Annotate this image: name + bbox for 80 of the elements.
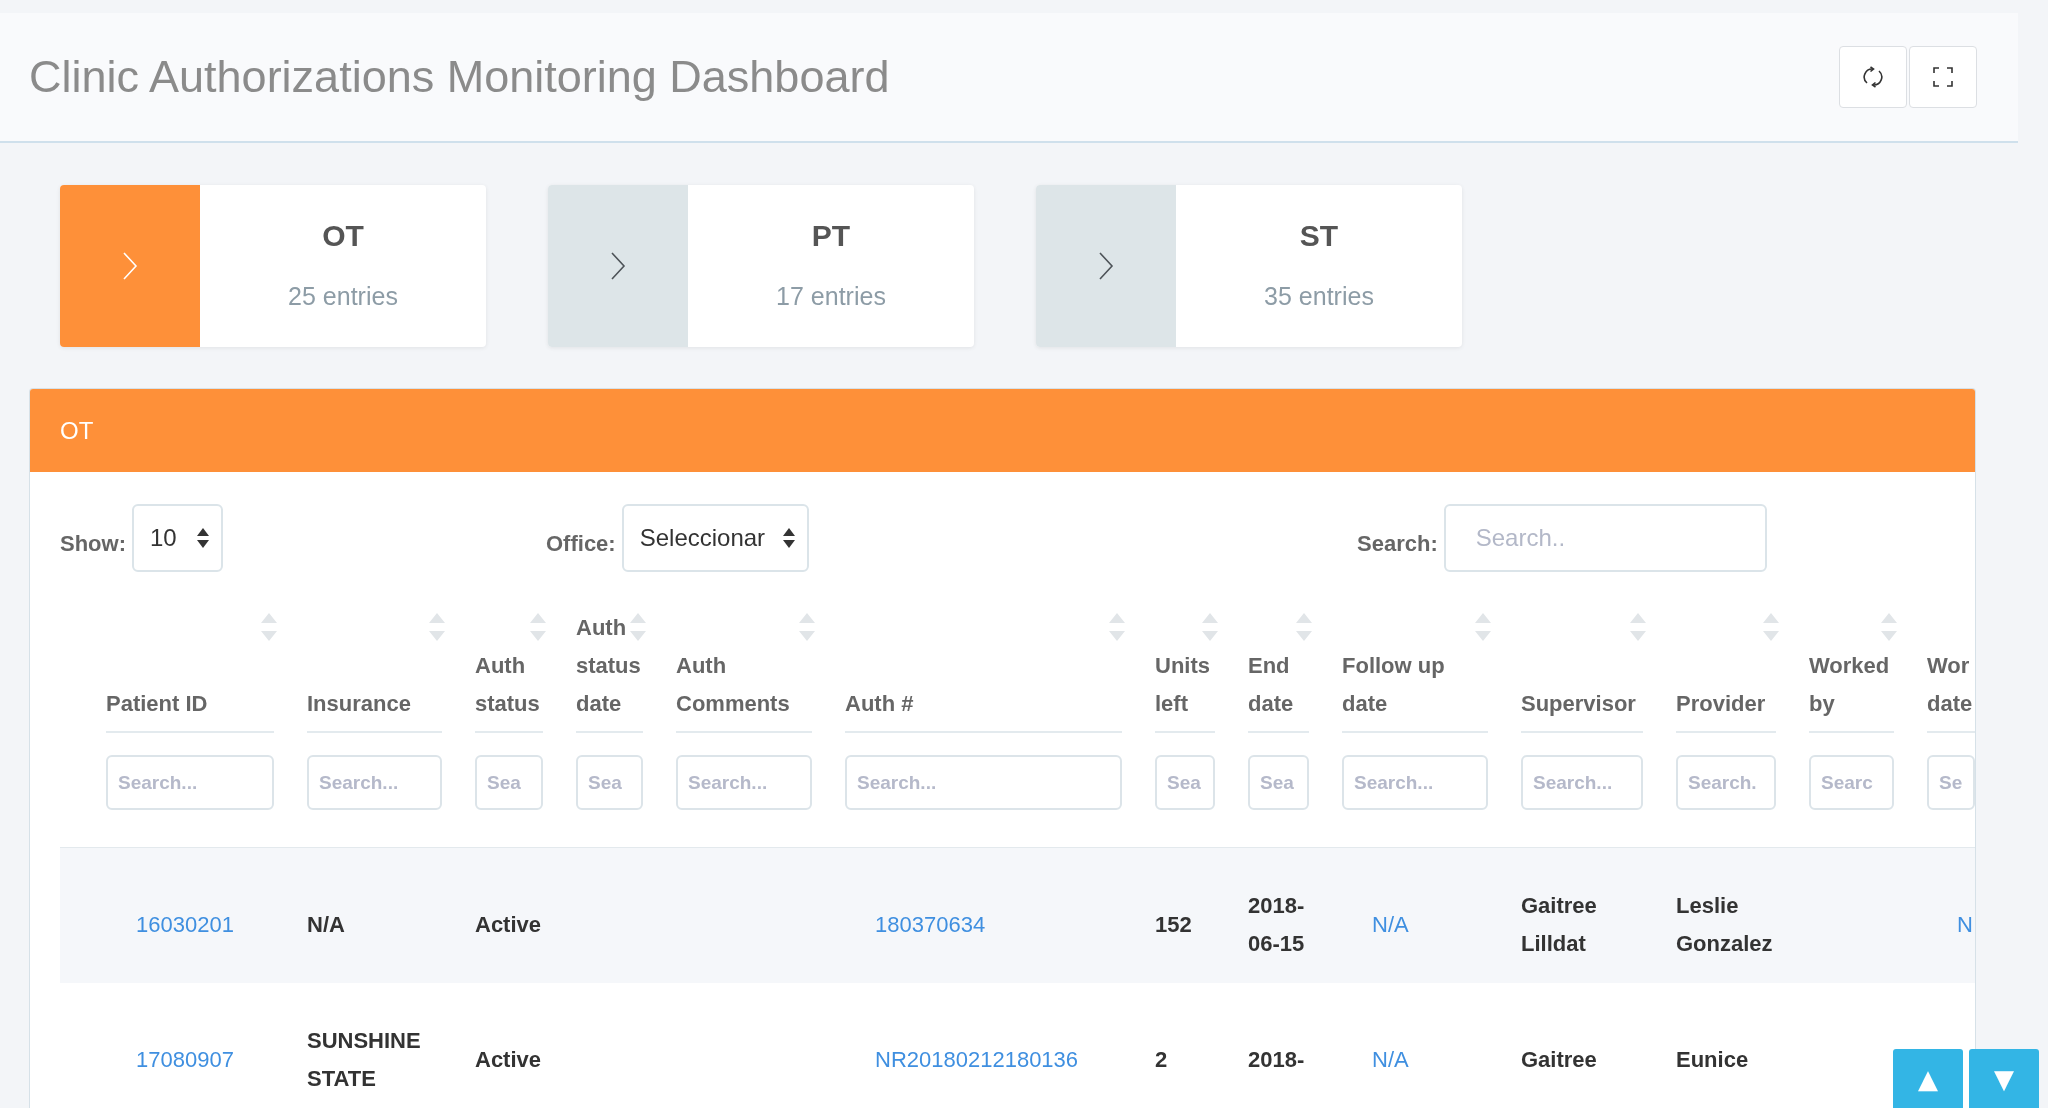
sort-icon[interactable] bbox=[1630, 613, 1646, 641]
sort-icon[interactable] bbox=[1202, 613, 1218, 641]
search-label: Search: bbox=[1357, 531, 1438, 557]
column-header[interactable]: Auth status date bbox=[576, 609, 643, 723]
table-cell: 2 bbox=[1155, 1046, 1168, 1072]
column-filter-field[interactable]: Searc bbox=[1809, 755, 1894, 810]
entry-count: 25 entries bbox=[288, 281, 398, 311]
table-link[interactable]: NR20180212180136 bbox=[845, 1046, 1079, 1072]
column-header[interactable]: Auth # bbox=[845, 685, 914, 723]
table-link[interactable]: N/A bbox=[1342, 911, 1409, 937]
table-cell: N/A bbox=[307, 911, 345, 937]
column-header[interactable]: Units left bbox=[1155, 647, 1215, 723]
column-filter-field[interactable]: Se bbox=[1927, 755, 1975, 810]
column-filter-field[interactable]: Sea bbox=[576, 755, 643, 810]
column-header[interactable]: Patient ID bbox=[106, 685, 208, 723]
updown-caret-icon bbox=[197, 528, 209, 548]
fullscreen-icon bbox=[1933, 67, 1953, 87]
category-card[interactable]: OT 25 entries bbox=[60, 185, 486, 347]
column-header[interactable]: Auth Comments bbox=[676, 647, 812, 723]
sort-icon[interactable] bbox=[1296, 613, 1312, 641]
sort-icon[interactable] bbox=[1763, 613, 1779, 641]
entry-count: 17 entries bbox=[776, 281, 886, 311]
updown-caret-icon bbox=[782, 528, 795, 548]
table-link[interactable]: 180370634 bbox=[845, 911, 986, 937]
card-title: ST bbox=[1299, 218, 1339, 254]
entry-count: 35 entries bbox=[1264, 281, 1374, 311]
table-cell: 2018-06-15 bbox=[1248, 892, 1305, 956]
column-filter-field[interactable]: Sea bbox=[475, 755, 543, 810]
card-title: OT bbox=[322, 218, 364, 254]
column-header[interactable]: Supervisor bbox=[1521, 685, 1636, 723]
category-card[interactable]: ST 35 entries bbox=[1036, 185, 1462, 347]
table-link[interactable]: 16030201 bbox=[106, 911, 234, 937]
page-size-select[interactable]: 10 bbox=[132, 504, 223, 572]
sort-icon[interactable] bbox=[530, 613, 546, 641]
table-cell: 152 bbox=[1155, 911, 1192, 937]
search-field[interactable]: Search.. bbox=[1443, 504, 1767, 572]
table-cell: SUNSHINE STATE bbox=[307, 1027, 421, 1091]
column-filter-field[interactable]: Search... bbox=[845, 755, 1122, 810]
column-filter-field[interactable]: Sea bbox=[1248, 755, 1309, 810]
column-header[interactable]: Provider bbox=[1676, 685, 1766, 723]
table-cell: Gaitree bbox=[1521, 1046, 1597, 1072]
refresh-icon bbox=[1862, 66, 1884, 88]
table-cell: Eunice bbox=[1676, 1046, 1749, 1072]
column-header[interactable]: Auth status bbox=[475, 647, 543, 723]
column-filter-field[interactable]: Search... bbox=[106, 755, 274, 810]
column-header[interactable]: Insurance bbox=[307, 685, 411, 723]
show-label: Show: bbox=[60, 531, 126, 557]
card-title: PT bbox=[811, 218, 851, 254]
table-link[interactable]: N/A bbox=[1342, 1046, 1409, 1072]
table-cell: Gaitree Lilldat bbox=[1521, 892, 1597, 956]
column-filter-field[interactable]: Search... bbox=[1521, 755, 1643, 810]
column-filter-field[interactable]: Search... bbox=[676, 755, 812, 810]
page-title: Clinic Authorizations Monitoring Dashboard bbox=[29, 51, 890, 103]
table-cell: Active bbox=[475, 1046, 542, 1072]
refresh-button[interactable] bbox=[1839, 46, 1907, 108]
column-filter-field[interactable]: Sea bbox=[1155, 755, 1215, 810]
column-header[interactable]: Wor date bbox=[1927, 647, 1975, 723]
column-header[interactable]: Worked by bbox=[1809, 647, 1894, 723]
column-header[interactable]: End date bbox=[1248, 647, 1309, 723]
sort-icon[interactable] bbox=[799, 613, 815, 641]
table-cell: Active bbox=[475, 911, 542, 937]
fullscreen-button[interactable] bbox=[1909, 46, 1977, 108]
sort-icon[interactable] bbox=[1881, 613, 1897, 641]
panel-title: OT bbox=[60, 416, 94, 445]
column-filter-field[interactable]: Search. bbox=[1676, 755, 1776, 810]
sort-icon[interactable] bbox=[429, 613, 445, 641]
column-header[interactable]: Follow up date bbox=[1342, 647, 1488, 723]
table-cell: Leslie Gonzalez bbox=[1676, 892, 1773, 956]
table-link[interactable]: 17080907 bbox=[106, 1046, 234, 1072]
sort-icon[interactable] bbox=[1109, 613, 1125, 641]
office-label: Office: bbox=[546, 531, 616, 557]
table-link[interactable]: N bbox=[1927, 911, 1973, 937]
category-card[interactable]: PT 17 entries bbox=[548, 185, 974, 347]
sort-icon[interactable] bbox=[630, 613, 646, 641]
sort-icon[interactable] bbox=[1475, 613, 1491, 641]
column-filter-field[interactable]: Search... bbox=[1342, 755, 1488, 810]
sort-icon[interactable] bbox=[261, 613, 277, 641]
table-cell: 2018- bbox=[1248, 1046, 1305, 1072]
office-select[interactable]: Seleccionar bbox=[621, 504, 809, 572]
column-filter-field[interactable]: Search... bbox=[307, 755, 442, 810]
